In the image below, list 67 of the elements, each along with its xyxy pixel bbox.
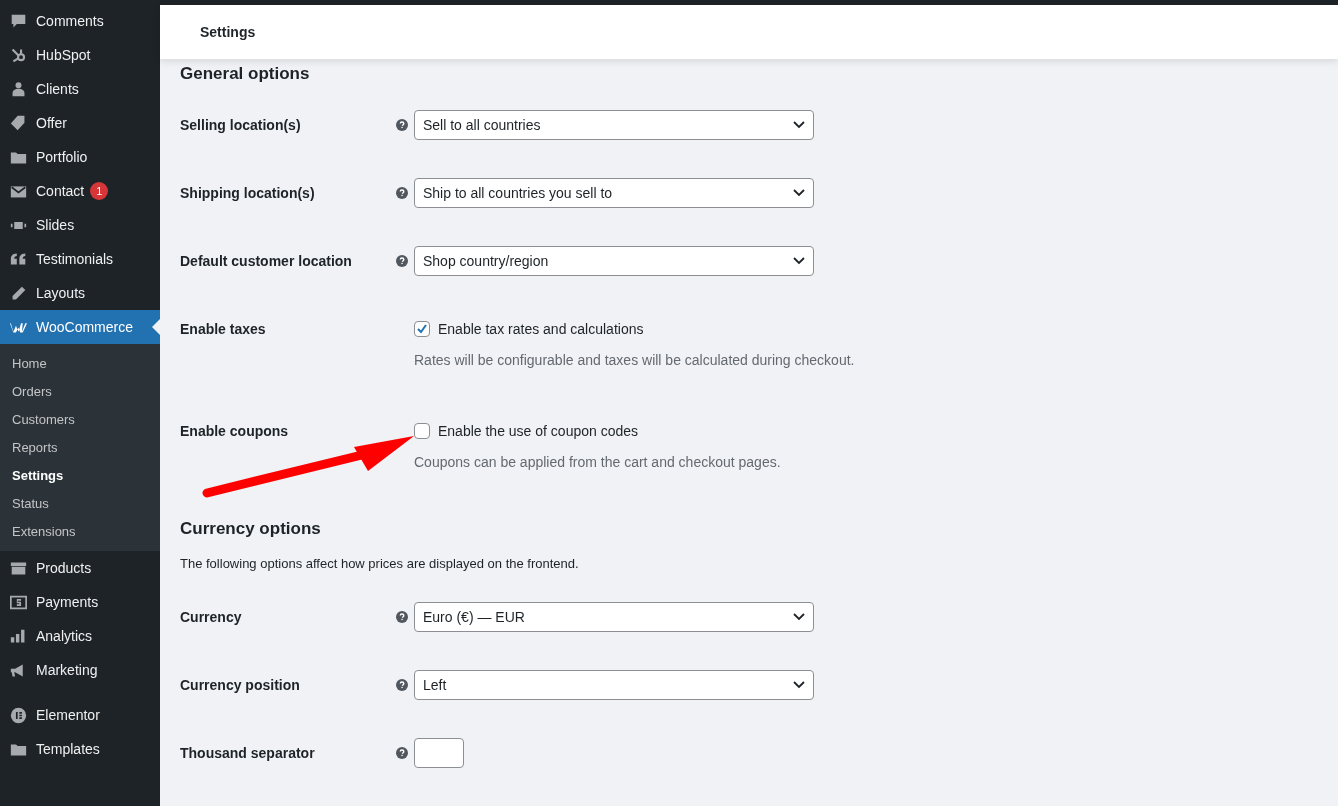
- person-icon: [10, 80, 27, 98]
- dropdown[interactable]: Left: [414, 670, 814, 700]
- dropdown[interactable]: Shop country/region: [414, 246, 814, 276]
- sidebar-item[interactable]: WooCommerce: [0, 310, 160, 344]
- help-icon[interactable]: [396, 255, 408, 267]
- sidebar-item[interactable]: Offer: [0, 106, 160, 140]
- comment-icon: [10, 12, 27, 30]
- circle-logo-icon: [10, 706, 27, 724]
- submenu-item[interactable]: Home: [0, 350, 160, 378]
- notification-badge: 1: [90, 182, 109, 200]
- pencil-icon: [10, 284, 27, 302]
- help-icon[interactable]: [396, 747, 408, 759]
- dropdown[interactable]: Sell to all countries: [414, 110, 814, 140]
- sidebar-item[interactable]: Marketing: [0, 653, 160, 687]
- help-icon[interactable]: [396, 679, 408, 691]
- field-description: Coupons can be applied from the cart and checkout pages.: [414, 453, 781, 472]
- checkbox[interactable]: [414, 321, 430, 337]
- sidebar-item[interactable]: Products: [0, 551, 160, 585]
- dollar-icon: [10, 593, 27, 611]
- sidebar-item[interactable]: Testimonials: [0, 242, 160, 276]
- submenu-item[interactable]: Customers: [0, 406, 160, 434]
- field-label: Currency position: [180, 677, 300, 693]
- sidebar-item[interactable]: Contact 1: [0, 174, 160, 208]
- sidebar-item[interactable]: Portfolio: [0, 140, 160, 174]
- field-label: Enable coupons: [180, 423, 289, 439]
- submenu-item[interactable]: Extensions: [0, 518, 160, 546]
- caret-icon: [793, 189, 805, 197]
- submenu-item[interactable]: Orders: [0, 378, 160, 406]
- help-icon[interactable]: [396, 187, 408, 199]
- hub-icon: [10, 46, 27, 64]
- help-icon[interactable]: [396, 119, 408, 131]
- section-heading: Currency options: [180, 518, 322, 540]
- field-label: Default customer location: [180, 253, 352, 269]
- help-icon[interactable]: [396, 611, 408, 623]
- input-field[interactable]: [414, 738, 464, 768]
- sidebar-item[interactable]: Layouts: [0, 276, 160, 310]
- page-title: Settings: [200, 24, 256, 40]
- field-label: Thousand separator: [180, 745, 315, 761]
- sidebar-item[interactable]: Analytics: [0, 619, 160, 653]
- checkbox[interactable]: [414, 423, 430, 439]
- sidebar-item[interactable]: Comments: [0, 4, 160, 38]
- field-label: Enable taxes: [180, 321, 266, 337]
- submenu-item[interactable]: Reports: [0, 434, 160, 462]
- sidebar-item[interactable]: Elementor: [0, 698, 160, 732]
- tag-icon: [10, 114, 27, 132]
- submenu-item[interactable]: Status: [0, 490, 160, 518]
- field-label: Shipping location(s): [180, 185, 315, 201]
- checkbox-label[interactable]: Enable tax rates and calculations: [438, 321, 644, 337]
- field-label: Selling location(s): [180, 117, 301, 133]
- sidebar-item[interactable]: Slides: [0, 208, 160, 242]
- caret-icon: [793, 681, 805, 689]
- sidebar-item[interactable]: Clients: [0, 72, 160, 106]
- sidebar-item[interactable]: Templates: [0, 732, 160, 766]
- sidebar-item[interactable]: Payments: [0, 585, 160, 619]
- field-description: Rates will be configurable and taxes will be calculated during checkout.: [414, 351, 855, 370]
- caret-icon: [793, 257, 805, 265]
- caret-icon: [793, 121, 805, 129]
- checkbox-label[interactable]: Enable the use of coupon codes: [438, 423, 639, 439]
- sidebar-item[interactable]: HubSpot: [0, 38, 160, 72]
- section-description: The following options affect how prices are displayed on the frontend.: [180, 555, 580, 573]
- field-label: Currency: [180, 609, 242, 625]
- dropdown[interactable]: Ship to all countries you sell to: [414, 178, 814, 208]
- section-heading: General options: [180, 63, 311, 85]
- submenu-item[interactable]: Settings: [0, 462, 160, 490]
- dropdown[interactable]: Euro (€) — EUR: [414, 602, 814, 632]
- caret-icon: [793, 613, 805, 621]
- bar-chart-icon: [10, 627, 27, 645]
